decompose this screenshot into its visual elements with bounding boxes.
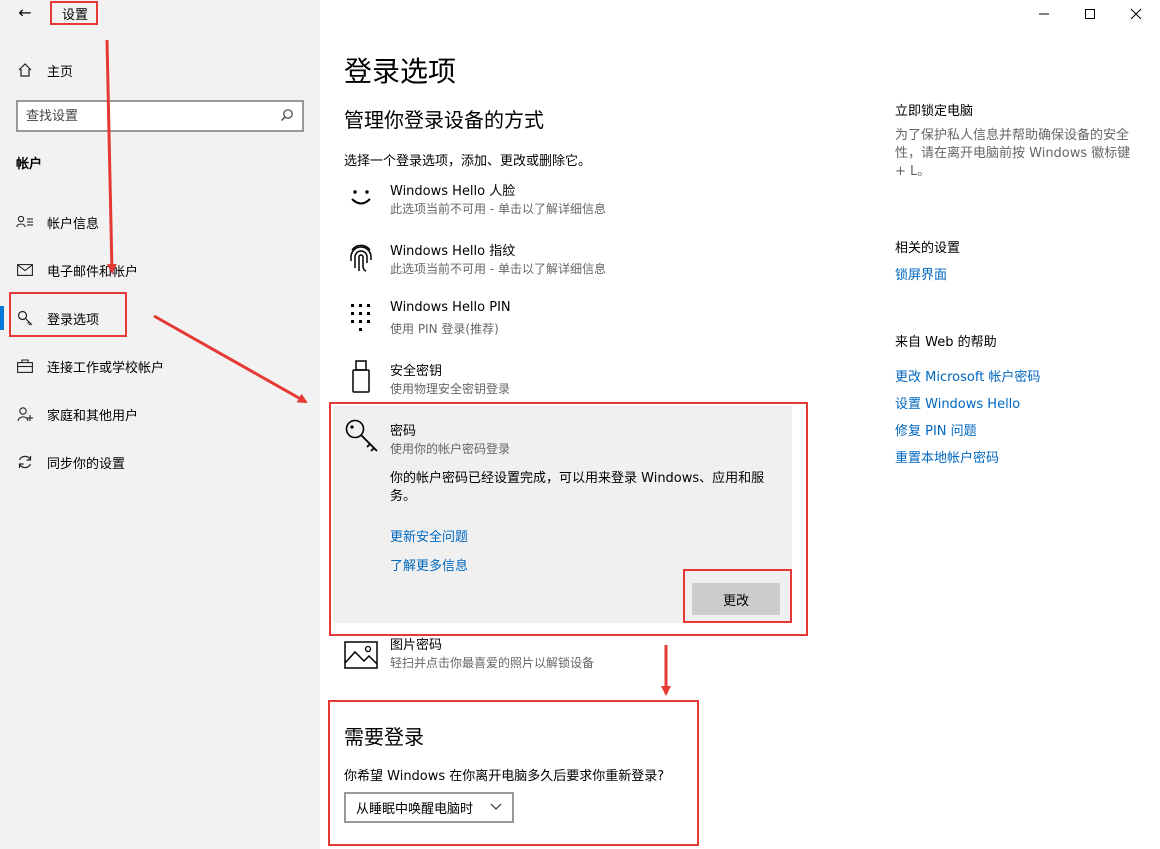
option-picture-password[interactable]: 图片密码 轻扫并点击你最喜爱的照片以解锁设备 [344, 634, 804, 684]
search-box[interactable] [16, 100, 304, 132]
section-description: 选择一个登录选项，添加、更改或删除它。 [344, 154, 592, 169]
lock-pc-description: 为了保护私人信息并帮助确保设备的安全性，请在离开电脑前按 Windows 徽标键… [895, 128, 1131, 179]
maximize-icon [1085, 9, 1095, 19]
maximize-button[interactable] [1068, 0, 1112, 28]
lock-screen-link[interactable]: 锁屏界面 [895, 264, 947, 283]
option-fingerprint[interactable]: Windows Hello 指纹 此选项当前不可用 - 单击以了解详细信息 [344, 240, 804, 290]
option-face[interactable]: Windows Hello 人脸 此选项当前不可用 - 单击以了解详细信息 [344, 180, 804, 230]
help-link-fix-pin[interactable]: 修复 PIN 问题 [895, 420, 977, 439]
minimize-button[interactable] [1022, 0, 1066, 28]
option-subtitle: 使用 PIN 登录(推荐) [390, 322, 499, 336]
usb-key-icon [344, 360, 378, 394]
sidebar-item-email[interactable]: 电子邮件和帐户 [0, 250, 320, 290]
mail-icon [16, 261, 34, 279]
web-help-title: 来自 Web 的帮助 [895, 335, 997, 350]
annotation-box-sidebar [9, 292, 127, 337]
annotation-box-change-button [683, 569, 792, 623]
sidebar-item-label: 电子邮件和帐户 [47, 264, 139, 280]
annotation-box-title [50, 1, 98, 25]
sidebar-item-label: 帐户信息 [47, 216, 100, 232]
annotation-box-require-signin [328, 700, 699, 846]
sidebar-item-work-school[interactable]: 连接工作或学校帐户 [0, 346, 320, 386]
help-link-setup-hello[interactable]: 设置 Windows Hello [895, 393, 1020, 412]
option-title: Windows Hello 人脸 [390, 184, 516, 199]
home-icon [16, 61, 34, 79]
sidebar-item-label: 同步你的设置 [47, 456, 126, 472]
option-subtitle: 使用物理安全密钥登录 [390, 382, 511, 396]
picture-icon [344, 638, 378, 672]
option-title: 安全密钥 [390, 364, 443, 379]
option-title: Windows Hello 指纹 [390, 244, 516, 259]
page-title: 登录选项 [344, 55, 457, 88]
option-subtitle: 轻扫并点击你最喜爱的照片以解锁设备 [390, 656, 595, 670]
close-icon [1130, 8, 1142, 20]
related-settings-title: 相关的设置 [895, 241, 961, 256]
sidebar-item-home[interactable]: 主页 [0, 50, 320, 90]
search-input[interactable] [26, 108, 256, 124]
person-add-icon [16, 405, 34, 423]
pin-keypad-icon [344, 300, 378, 334]
sidebar-item-label: 连接工作或学校帐户 [47, 360, 165, 376]
back-arrow-icon[interactable]: ← [14, 2, 36, 24]
sidebar-item-label: 主页 [47, 64, 74, 80]
smile-face-icon [344, 180, 378, 214]
sync-icon [16, 453, 34, 471]
fingerprint-icon [344, 240, 378, 274]
section-title: 管理你登录设备的方式 [344, 108, 544, 132]
sidebar: ← 设置 主页 帐户 帐户信息 电子邮件和帐户 登录选项 [0, 0, 320, 849]
option-subtitle: 此选项当前不可用 - 单击以了解详细信息 [390, 202, 606, 216]
close-button[interactable] [1114, 0, 1158, 28]
sidebar-item-label: 家庭和其他用户 [47, 408, 139, 424]
option-pin[interactable]: Windows Hello PIN 使用 PIN 登录(推荐) [344, 300, 804, 350]
minimize-icon [1039, 13, 1049, 15]
lock-pc-title: 立即锁定电脑 [895, 104, 974, 119]
sidebar-item-account-info[interactable]: 帐户信息 [0, 202, 320, 242]
sidebar-section-title: 帐户 [16, 157, 43, 172]
search-icon[interactable] [280, 107, 294, 126]
account-info-icon [16, 213, 34, 231]
briefcase-icon [16, 357, 34, 375]
sidebar-item-sync[interactable]: 同步你的设置 [0, 442, 320, 482]
option-title: 图片密码 [390, 638, 443, 653]
option-subtitle: 此选项当前不可用 - 单击以了解详细信息 [390, 262, 606, 276]
option-title: Windows Hello PIN [390, 300, 511, 315]
help-link-reset-local-password[interactable]: 重置本地帐户密码 [895, 447, 999, 466]
active-indicator [0, 306, 4, 330]
help-link-change-ms-password[interactable]: 更改 Microsoft 帐户密码 [895, 366, 1040, 385]
sidebar-item-family[interactable]: 家庭和其他用户 [0, 394, 320, 434]
